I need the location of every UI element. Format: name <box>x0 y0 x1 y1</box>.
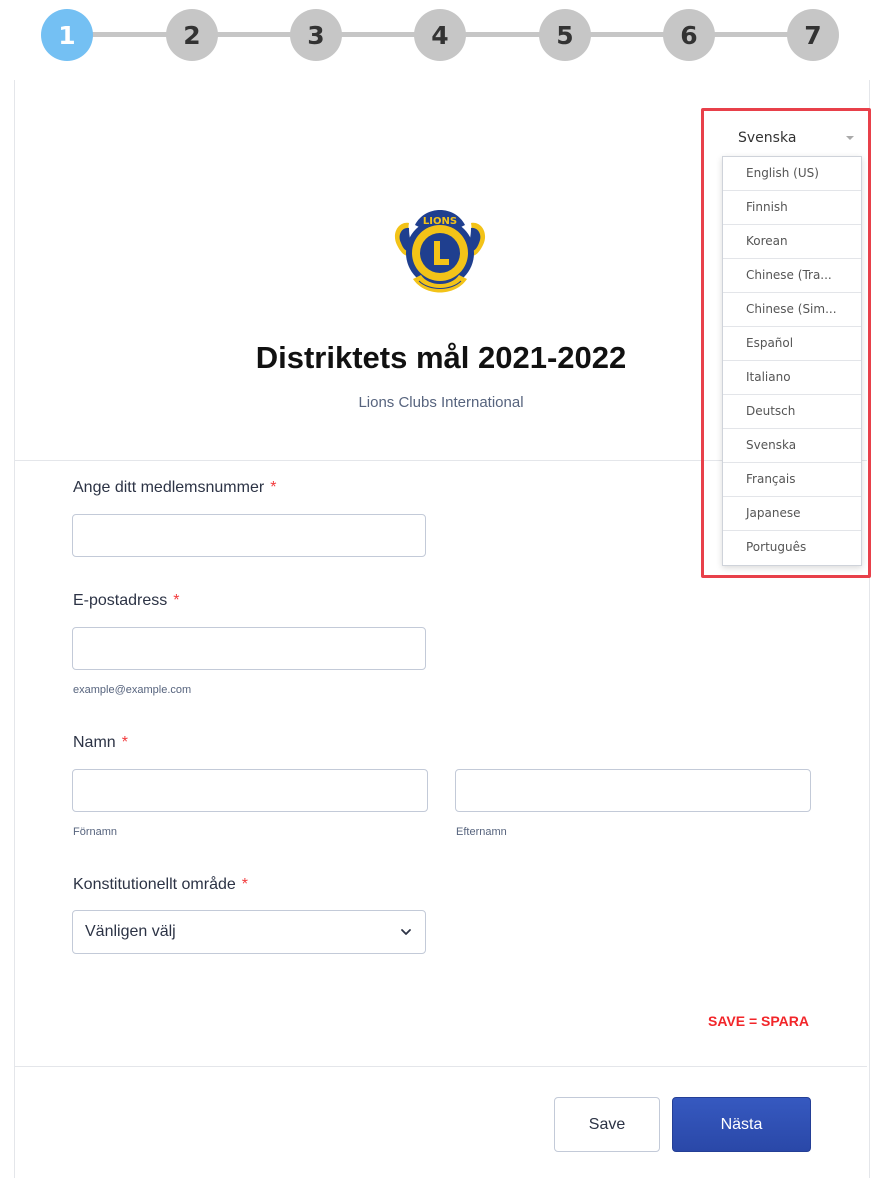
language-option[interactable]: Svenska <box>723 429 861 463</box>
email-label: E-postadress * <box>73 592 180 609</box>
svg-text:LIONS: LIONS <box>423 216 457 227</box>
language-option[interactable]: English (US) <box>723 157 861 191</box>
first-name-input[interactable] <box>72 769 428 812</box>
email-hint: example@example.com <box>73 684 192 696</box>
required-mark: * <box>270 479 277 496</box>
required-mark: * <box>121 734 128 751</box>
language-selected-value: Svenska <box>738 130 797 146</box>
language-option[interactable]: Chinese (Tra... <box>723 259 861 293</box>
save-button[interactable]: Save <box>554 1097 660 1152</box>
email-input[interactable] <box>72 627 426 670</box>
step-1[interactable]: 1 <box>41 9 93 61</box>
chevron-down-icon <box>401 929 411 935</box>
progress-stepper: 1 2 3 4 5 6 7 <box>0 0 875 80</box>
footer-divider <box>15 1066 867 1067</box>
lions-logo: LIONS <box>394 210 486 293</box>
caret-down-icon <box>846 136 854 140</box>
last-name-input[interactable] <box>455 769 811 812</box>
member-number-label: Ange ditt medlemsnummer * <box>73 479 277 496</box>
name-label: Namn * <box>73 734 128 751</box>
language-option[interactable]: Italiano <box>723 361 861 395</box>
area-label: Konstitutionellt område * <box>73 876 248 893</box>
area-select[interactable]: Vänligen välj <box>72 910 426 954</box>
next-button[interactable]: Nästa <box>672 1097 811 1152</box>
member-number-input[interactable] <box>72 514 426 557</box>
step-2[interactable]: 2 <box>166 9 218 61</box>
step-4[interactable]: 4 <box>414 9 466 61</box>
language-options-list: English (US) Finnish Korean Chinese (Tra… <box>722 156 862 566</box>
language-select[interactable]: Svenska <box>722 125 858 153</box>
required-mark: * <box>173 592 180 609</box>
step-3[interactable]: 3 <box>290 9 342 61</box>
step-7[interactable]: 7 <box>787 9 839 61</box>
required-mark: * <box>241 876 248 893</box>
language-option[interactable]: Finnish <box>723 191 861 225</box>
language-option[interactable]: Korean <box>723 225 861 259</box>
language-option[interactable]: Français <box>723 463 861 497</box>
area-select-value: Vänligen välj <box>85 923 176 940</box>
language-option[interactable]: Español <box>723 327 861 361</box>
language-option[interactable]: Chinese (Sim... <box>723 293 861 327</box>
language-option[interactable]: Português <box>723 531 861 565</box>
language-option[interactable]: Japanese <box>723 497 861 531</box>
save-translation-note: SAVE = SPARA <box>707 1013 809 1029</box>
step-5[interactable]: 5 <box>539 9 591 61</box>
last-name-sublabel: Efternamn <box>456 826 507 838</box>
language-option[interactable]: Deutsch <box>723 395 861 429</box>
first-name-sublabel: Förnamn <box>73 826 118 838</box>
step-6[interactable]: 6 <box>663 9 715 61</box>
